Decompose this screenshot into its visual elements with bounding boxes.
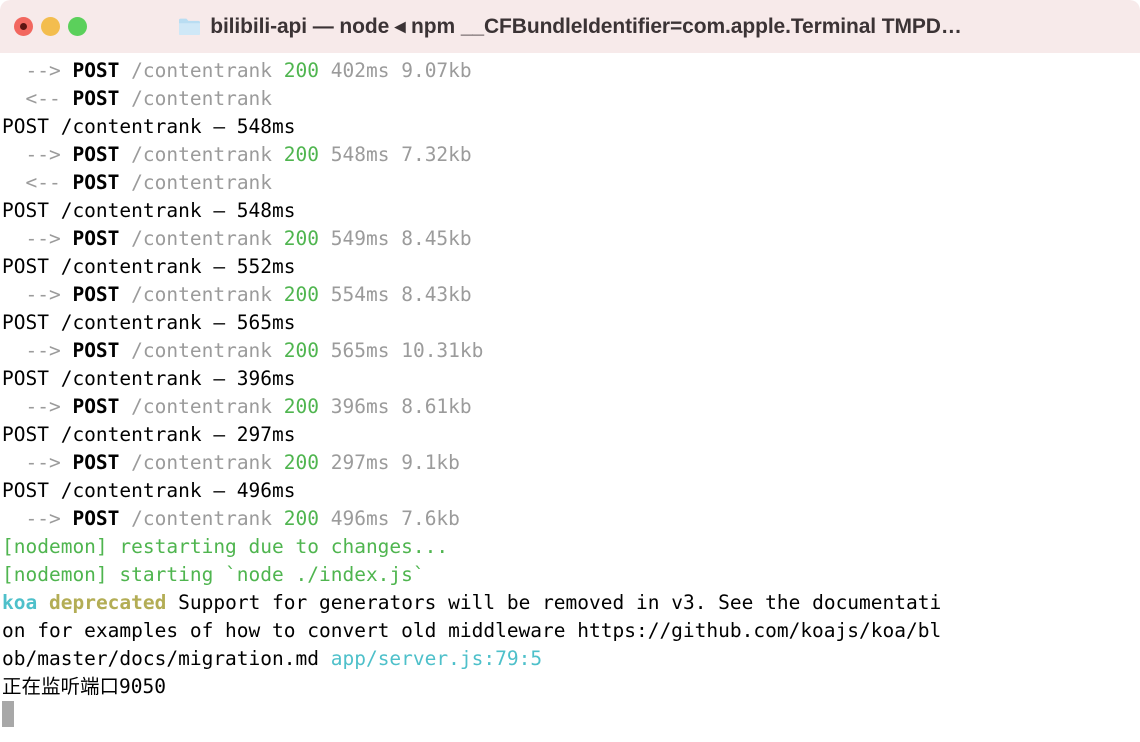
- terminal-segment: <--: [2, 87, 72, 110]
- terminal-segment: POST: [72, 227, 119, 250]
- terminal-segment: /contentrank: [119, 227, 283, 250]
- terminal-segment: POST: [72, 507, 119, 530]
- terminal-segment: POST /contentrank – 548ms: [2, 115, 296, 138]
- terminal-line: POST /contentrank – 565ms: [0, 309, 1140, 337]
- terminal-segment: 554ms 8.43kb: [319, 283, 472, 306]
- terminal-segment: POST /contentrank – 548ms: [2, 199, 296, 222]
- window-title: bilibili-api — node ◂ npm __CFBundleIden…: [210, 14, 962, 39]
- terminal-segment: POST: [72, 339, 119, 362]
- terminal-line: POST /contentrank – 548ms: [0, 197, 1140, 225]
- terminal-segment: -->: [2, 283, 72, 306]
- terminal-segment: 548ms 7.32kb: [319, 143, 472, 166]
- terminal-line: --> POST /contentrank 200 549ms 8.45kb: [0, 225, 1140, 253]
- terminal-segment: POST: [72, 283, 119, 306]
- terminal-segment: -->: [2, 395, 72, 418]
- terminal-segment: 496ms 7.6kb: [319, 507, 460, 530]
- terminal-segment: 200: [284, 227, 319, 250]
- terminal-segment: app/server.js:79:5: [331, 647, 542, 670]
- terminal-cursor-line: [0, 701, 1140, 731]
- terminal-segment: POST /contentrank – 396ms: [2, 367, 296, 390]
- terminal-line: --> POST /contentrank 200 402ms 9.07kb: [0, 57, 1140, 85]
- terminal-window: bilibili-api — node ◂ npm __CFBundleIden…: [0, 0, 1140, 742]
- terminal-segment: POST: [72, 87, 119, 110]
- terminal-line: --> POST /contentrank 200 565ms 10.31kb: [0, 337, 1140, 365]
- traffic-light-group: [14, 17, 87, 36]
- terminal-segment: 200: [284, 395, 319, 418]
- terminal-segment: POST: [72, 143, 119, 166]
- terminal-line: POST /contentrank – 297ms: [0, 421, 1140, 449]
- terminal-line: POST /contentrank – 548ms: [0, 113, 1140, 141]
- block-cursor: [2, 701, 14, 727]
- terminal-segment: 297ms 9.1kb: [319, 451, 460, 474]
- terminal-segment: deprecated: [49, 591, 166, 614]
- terminal-line: ob/master/docs/migration.md app/server.j…: [0, 645, 1140, 673]
- title-bar[interactable]: bilibili-api — node ◂ npm __CFBundleIden…: [0, 0, 1140, 53]
- terminal-segment: 549ms 8.45kb: [319, 227, 472, 250]
- terminal-segment: 565ms 10.31kb: [319, 339, 483, 362]
- terminal-line: <-- POST /contentrank: [0, 169, 1140, 197]
- terminal-segment: [nodemon] starting `node ./index.js`: [2, 563, 425, 586]
- terminal-segment: 396ms 8.61kb: [319, 395, 472, 418]
- terminal-segment: -->: [2, 143, 72, 166]
- close-button[interactable]: [14, 17, 33, 36]
- title-container: bilibili-api — node ◂ npm __CFBundleIden…: [0, 0, 1140, 53]
- terminal-line: <-- POST /contentrank: [0, 85, 1140, 113]
- terminal-segment: POST: [72, 171, 119, 194]
- terminal-line: POST /contentrank – 552ms: [0, 253, 1140, 281]
- terminal-segment: POST /contentrank – 552ms: [2, 255, 296, 278]
- terminal-segment: /contentrank: [119, 339, 283, 362]
- terminal-segment: 200: [284, 59, 319, 82]
- maximize-button[interactable]: [68, 17, 87, 36]
- terminal-segment: POST: [72, 451, 119, 474]
- terminal-segment: -->: [2, 451, 72, 474]
- terminal-line: --> POST /contentrank 200 548ms 7.32kb: [0, 141, 1140, 169]
- terminal-segment: 402ms 9.07kb: [319, 59, 472, 82]
- terminal-segment: -->: [2, 339, 72, 362]
- terminal-segment: POST /contentrank – 496ms: [2, 479, 296, 502]
- terminal-segment: /contentrank: [119, 143, 283, 166]
- terminal-line: --> POST /contentrank 200 297ms 9.1kb: [0, 449, 1140, 477]
- terminal-line: --> POST /contentrank 200 396ms 8.61kb: [0, 393, 1140, 421]
- folder-icon: [178, 17, 201, 36]
- terminal-segment: <--: [2, 171, 72, 194]
- terminal-segment: [37, 591, 49, 614]
- terminal-segment: /contentrank: [119, 87, 272, 110]
- terminal-segment: ob/master/docs/migration.md: [2, 647, 331, 670]
- terminal-segment: 200: [284, 143, 319, 166]
- terminal-line: on for examples of how to convert old mi…: [0, 617, 1140, 645]
- terminal-segment: 正在监听端口9050: [2, 675, 166, 698]
- terminal-segment: 200: [284, 451, 319, 474]
- terminal-segment: /contentrank: [119, 507, 283, 530]
- terminal-segment: on for examples of how to convert old mi…: [2, 619, 941, 642]
- minimize-button[interactable]: [41, 17, 60, 36]
- terminal-line: --> POST /contentrank 200 554ms 8.43kb: [0, 281, 1140, 309]
- terminal-segment: POST: [72, 59, 119, 82]
- terminal-segment: /contentrank: [119, 59, 283, 82]
- terminal-segment: -->: [2, 507, 72, 530]
- terminal-segment: /contentrank: [119, 451, 283, 474]
- terminal-line: --> POST /contentrank 200 496ms 7.6kb: [0, 505, 1140, 533]
- terminal-segment: -->: [2, 227, 72, 250]
- terminal-segment: /contentrank: [119, 283, 283, 306]
- terminal-line: [nodemon] restarting due to changes...: [0, 533, 1140, 561]
- terminal-line: koa deprecated Support for generators wi…: [0, 589, 1140, 617]
- terminal-segment: 200: [284, 507, 319, 530]
- terminal-segment: /contentrank: [119, 171, 272, 194]
- terminal-segment: koa: [2, 591, 37, 614]
- terminal-line: POST /contentrank – 396ms: [0, 365, 1140, 393]
- terminal-line: 正在监听端口9050: [0, 673, 1140, 701]
- terminal-segment: [nodemon] restarting due to changes...: [2, 535, 448, 558]
- terminal-output[interactable]: --> POST /contentrank 200 402ms 9.07kb <…: [0, 53, 1140, 742]
- terminal-segment: 200: [284, 283, 319, 306]
- terminal-segment: /contentrank: [119, 395, 283, 418]
- terminal-segment: POST /contentrank – 297ms: [2, 423, 296, 446]
- terminal-line: [nodemon] starting `node ./index.js`: [0, 561, 1140, 589]
- terminal-segment: 200: [284, 339, 319, 362]
- terminal-segment: Support for generators will be removed i…: [166, 591, 941, 614]
- terminal-segment: POST /contentrank – 565ms: [2, 311, 296, 334]
- terminal-line: POST /contentrank – 496ms: [0, 477, 1140, 505]
- terminal-segment: POST: [72, 395, 119, 418]
- terminal-segment: -->: [2, 59, 72, 82]
